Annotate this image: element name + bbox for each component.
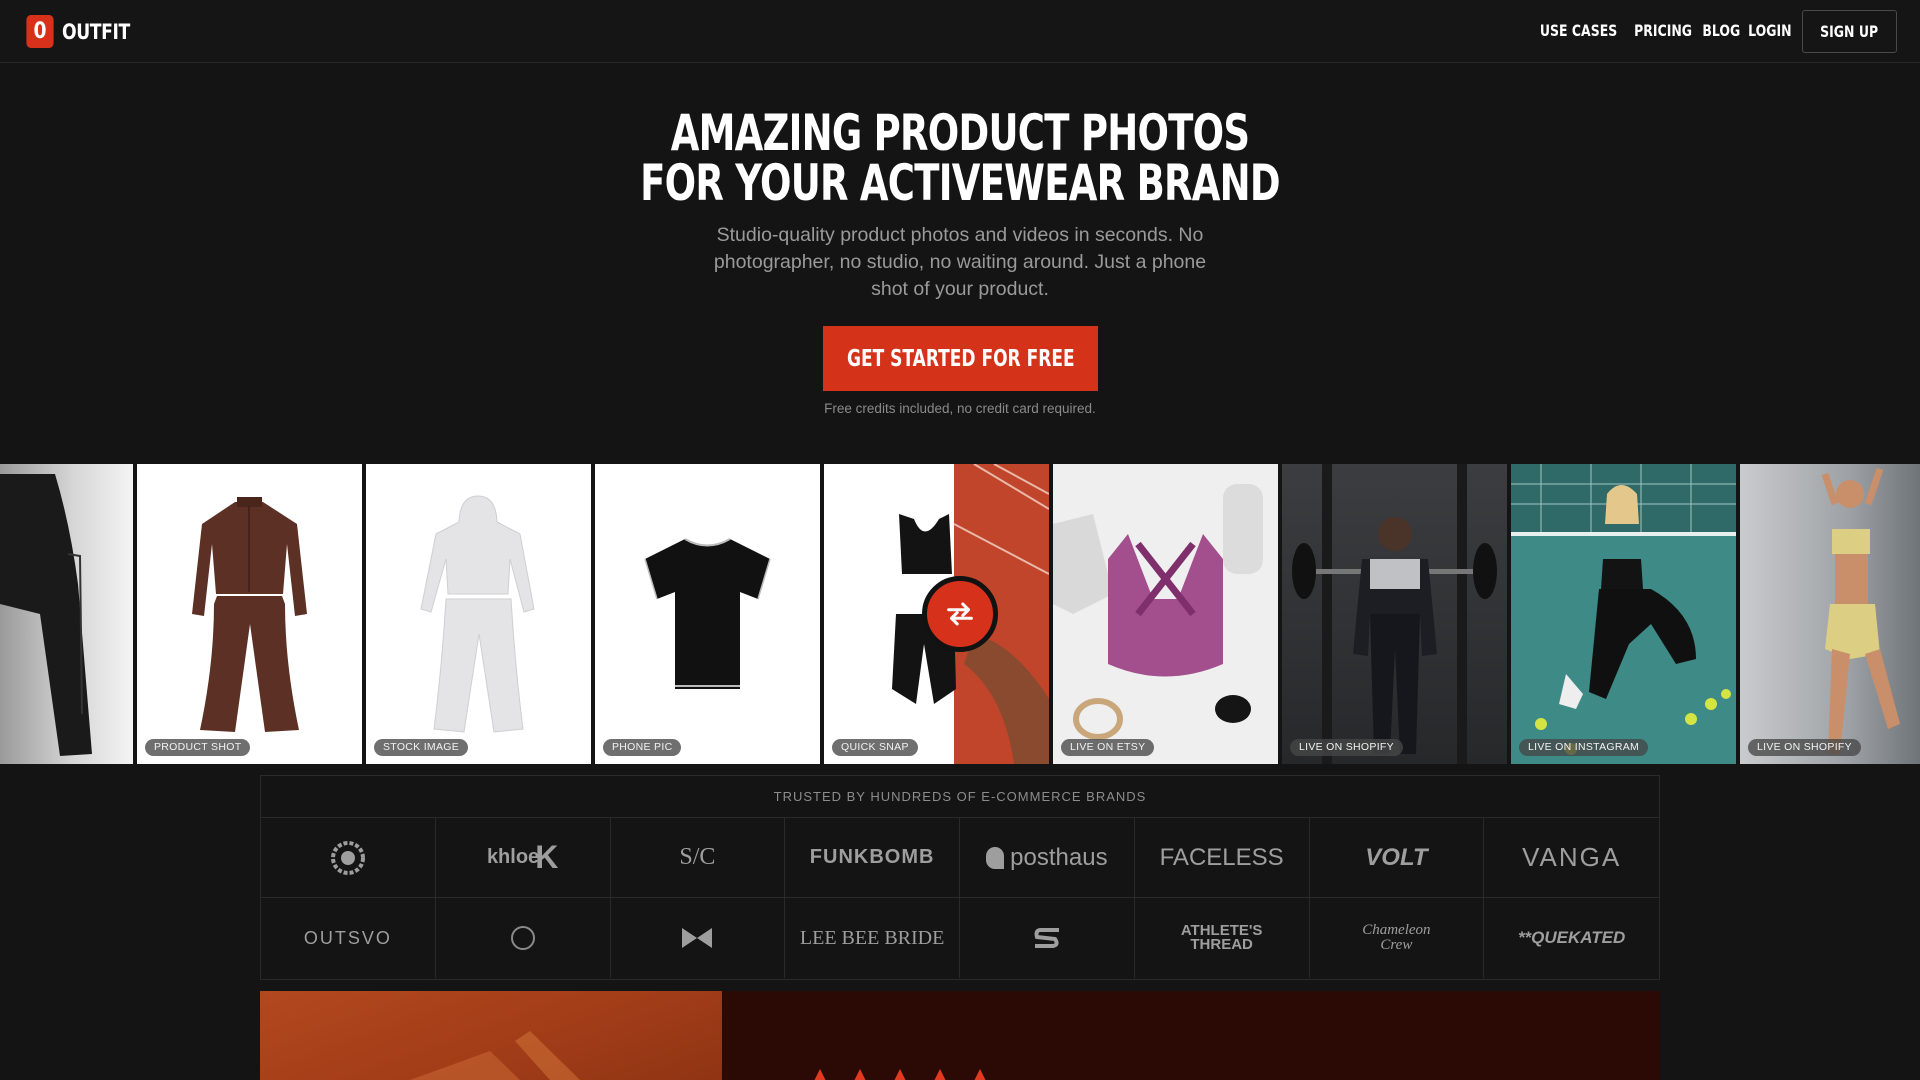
hero-title-line-2: FOR YOUR ACTIVEWEAR BRAND bbox=[640, 154, 1280, 212]
gallery-tile-live-on-shopify[interactable]: LIVE ON SHOPIFY bbox=[1282, 464, 1507, 764]
brand-logo-s-mark bbox=[960, 898, 1135, 978]
hero-subtitle: Studio-quality product photos and videos… bbox=[713, 224, 1207, 300]
feature-image bbox=[260, 991, 722, 1080]
gallery-tile-live-on-etsy[interactable]: LIVE ON ETSY bbox=[1053, 464, 1278, 764]
brand-logo-posthaus: posthaus bbox=[960, 818, 1135, 898]
brand-logo-faceless: FACELESS bbox=[1134, 818, 1310, 898]
tile-label: LIVE ON SHOPIFY bbox=[1290, 739, 1403, 756]
nav-use-cases[interactable]: USE CASES bbox=[1540, 21, 1617, 40]
brand-logo-athletes-thread: ATHLETE'S THREAD bbox=[1135, 898, 1310, 978]
brand-logo-crest bbox=[261, 818, 436, 898]
top-nav: 0 OUTFIT USE CASES PRICING BLOG LOGIN SI… bbox=[0, 0, 1920, 63]
logo[interactable]: 0 OUTFIT bbox=[24, 15, 145, 48]
brand-logo-sc: S/C bbox=[610, 818, 786, 898]
nav-links: USE CASES PRICING BLOG LOGIN bbox=[1535, 21, 1792, 40]
crest-logo-icon bbox=[330, 840, 365, 875]
rating-panel bbox=[722, 991, 1660, 1080]
brown-tracksuit-image bbox=[192, 497, 307, 732]
yellow-activewear-woman-image bbox=[1821, 467, 1900, 754]
tile-label: LIVE ON SHOPIFY bbox=[1748, 739, 1861, 756]
brand-logo-khloe: khloe K bbox=[435, 818, 611, 898]
tile-label: QUICK SNAP bbox=[832, 739, 918, 756]
hero-title: AMAZING PRODUCT PHOTOS FOR YOUR ACTIVEWE… bbox=[0, 108, 1920, 208]
badge-logo-icon bbox=[510, 926, 535, 950]
logo-text: OUTFIT bbox=[62, 19, 130, 44]
tile-label: LIVE ON INSTAGRAM bbox=[1519, 739, 1649, 756]
tennis-court-woman-image bbox=[1511, 464, 1736, 755]
gallery-tile-partial-left bbox=[0, 464, 133, 764]
gym-man-hoodie-image bbox=[1292, 464, 1497, 764]
grey-hoodie-set-image bbox=[420, 495, 535, 733]
cta-note: Free credits included, no credit card re… bbox=[824, 401, 1096, 416]
get-started-button[interactable]: GET STARTED FOR FREE bbox=[823, 326, 1098, 391]
black-pants-image bbox=[0, 474, 92, 756]
gallery-tile-live-on-instagram[interactable]: LIVE ON INSTAGRAM bbox=[1511, 464, 1736, 764]
swap-arrows-icon bbox=[947, 602, 973, 626]
brand-logo-chameleon-crew: Chameleon Crew bbox=[1310, 898, 1485, 978]
brand-logo-grid: khloe K S/C FUNKBOMB posthaus FACELESS VO… bbox=[261, 818, 1659, 978]
nav-login[interactable]: LOGIN bbox=[1748, 21, 1791, 40]
signup-button[interactable]: SIGN UP bbox=[1802, 10, 1897, 53]
brand-logo-lee-bee-bride: LEE BEE BRIDE bbox=[785, 898, 960, 978]
brand-logo-funkbomb: FUNKBOMB bbox=[785, 818, 960, 898]
bowtie-logo-icon bbox=[682, 928, 713, 948]
gallery-tile-phone-pic[interactable]: PHONE PIC bbox=[595, 464, 820, 764]
black-tshirt-image bbox=[644, 538, 771, 689]
gallery-tile-live-on-shopify-2[interactable]: LIVE ON SHOPIFY bbox=[1740, 464, 1920, 764]
hero-title-line-1: AMAZING PRODUCT PHOTOS bbox=[670, 104, 1250, 162]
rating-stars-icon bbox=[814, 1069, 986, 1080]
gallery-tile-product-shot[interactable]: PRODUCT SHOT bbox=[137, 464, 362, 764]
brand-logo-volt: VOLT bbox=[1309, 818, 1485, 898]
purple-sports-bra-image bbox=[1053, 484, 1263, 740]
brand-logo-outsvo: OUTSVO bbox=[261, 898, 436, 978]
brand-logo-vanga: VANGA bbox=[1484, 818, 1659, 898]
tile-label: PRODUCT SHOT bbox=[145, 739, 251, 756]
brands-heading: TRUSTED BY HUNDREDS OF E-COMMERCE BRANDS bbox=[261, 776, 1659, 818]
brand-logo-quekated: **QUEKATED bbox=[1517, 928, 1626, 947]
brand-logo-badge bbox=[436, 898, 611, 978]
signup-label: SIGN UP bbox=[1820, 22, 1879, 41]
get-started-label: GET STARTED FOR FREE bbox=[846, 345, 1075, 372]
nav-blog[interactable]: BLOG bbox=[1702, 21, 1740, 40]
brand-logo-bowtie bbox=[611, 898, 786, 978]
trusted-brands-section: TRUSTED BY HUNDREDS OF E-COMMERCE BRANDS… bbox=[260, 775, 1660, 980]
tile-label: PHONE PIC bbox=[603, 739, 682, 756]
s-mark-logo-icon bbox=[1034, 928, 1059, 948]
nav-pricing[interactable]: PRICING bbox=[1634, 21, 1692, 40]
gallery-tile-stock-image[interactable]: STOCK IMAGE bbox=[366, 464, 591, 764]
tile-label: LIVE ON ETSY bbox=[1061, 739, 1155, 756]
orange-shadow-image bbox=[410, 1031, 580, 1080]
tile-label: STOCK IMAGE bbox=[374, 739, 469, 756]
logo-mark: 0 bbox=[26, 15, 54, 48]
swap-button[interactable] bbox=[922, 576, 998, 652]
